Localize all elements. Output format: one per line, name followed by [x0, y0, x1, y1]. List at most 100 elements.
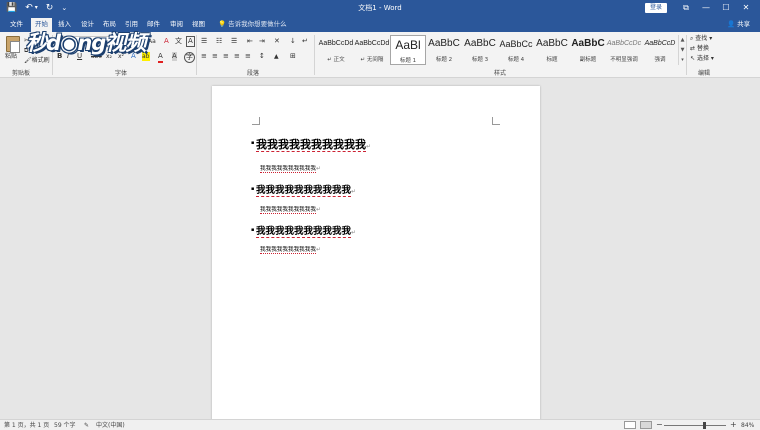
body-text: 我我我我我我我我我我 — [260, 166, 316, 173]
ribbon-display-icon[interactable]: ⧉ — [676, 1, 696, 15]
style-heading-2[interactable]: AaBbC 标题 2 — [426, 35, 462, 65]
style-title[interactable]: AaBbC 标题 — [534, 35, 570, 65]
paragraph-shading-icon[interactable]: ▲ — [274, 52, 279, 61]
style-name: 标题 4 — [507, 57, 525, 63]
group-label-editing: 编辑 — [698, 70, 711, 77]
style-sample: AaBbC — [571, 38, 605, 49]
style-sample: AaBbC — [428, 38, 460, 49]
word-count[interactable]: 59 个字 — [54, 421, 76, 430]
justify-icon[interactable]: ≡ — [234, 52, 240, 61]
multilevel-list-icon[interactable]: ☰ — [231, 37, 237, 46]
style-sample: AaBbCcDd — [354, 40, 390, 47]
tab-review[interactable]: 审阅 — [166, 18, 187, 32]
paragraph-mark: ↵ — [315, 165, 321, 172]
find-button[interactable]: ⌕ 查找 ▾ — [690, 34, 712, 43]
style-name: 副标题 — [579, 57, 597, 63]
replace-button[interactable]: ⇄ 替换 — [690, 44, 709, 53]
group-label-paragraph: 段落 — [247, 70, 260, 77]
document-page[interactable]: 我我我我我我我我我我↵ 我我我我我我我我我我↵ 我我我我我我我我我我↵ 我我我我… — [212, 86, 540, 426]
paragraph-mark: ↵ — [315, 246, 321, 253]
styles-gallery-scroll[interactable]: ▲ ▼ ▾ — [678, 35, 686, 65]
paragraph-mark: ↵ — [351, 229, 357, 236]
print-layout-button[interactable] — [640, 421, 652, 429]
find-label: 查找 — [695, 35, 708, 42]
style-name: 不明显强调 — [610, 57, 638, 63]
body-text: 我我我我我我我我我我 — [260, 247, 316, 254]
style-name: ↵ 正文 — [327, 57, 345, 63]
title-bar: 💾 ↶ ▾ ↻ ⌄ 文档1 - Word 登录 ⧉ — ☐ ✕ — [0, 0, 760, 16]
zoom-out-button[interactable]: − — [656, 420, 663, 429]
paste-button-label[interactable]: 粘贴 — [5, 52, 17, 61]
tab-file[interactable]: 文件 — [6, 18, 27, 32]
distribute-icon[interactable]: ≡ — [245, 52, 251, 61]
style-name: 标题 1 — [399, 58, 417, 64]
center-icon[interactable]: ≡ — [212, 52, 218, 61]
heading-text: 我我我我我我我我我我 — [256, 138, 366, 152]
zoom-level[interactable]: 84% — [741, 421, 754, 430]
tab-view[interactable]: 视图 — [188, 18, 209, 32]
style-heading-4[interactable]: AaBbCc 标题 4 — [498, 35, 534, 65]
heading-text: 我我我我我我我我我我 — [256, 226, 352, 238]
align-left-icon[interactable]: ≡ — [201, 52, 207, 61]
login-button[interactable]: 登录 — [645, 3, 667, 13]
character-border-icon[interactable]: A — [186, 36, 195, 47]
bullets-icon[interactable]: ☰ — [201, 37, 207, 46]
style-sample: AaBbCcDc — [606, 40, 642, 47]
style-heading-3[interactable]: AaBbC 标题 3 — [462, 35, 498, 65]
maximize-button[interactable]: ☐ — [716, 1, 736, 15]
replace-icon: ⇄ — [690, 45, 696, 52]
group-label-clipboard: 剪贴板 — [12, 70, 31, 77]
style-name: ↵ 无间隔 — [360, 57, 384, 63]
body-paragraph[interactable]: 我我我我我我我我我我↵ — [260, 205, 321, 214]
zoom-slider-thumb[interactable] — [703, 422, 706, 429]
person-icon: 👤 — [727, 20, 736, 28]
body-text: 我我我我我我我我我我 — [260, 207, 316, 214]
group-separator — [314, 35, 315, 75]
tell-me-search[interactable]: 💡 告诉我你想要做什么 — [218, 18, 287, 31]
heading-2-paragraph[interactable]: 我我我我我我我我我我↵ — [251, 182, 356, 197]
group-separator — [686, 35, 687, 75]
borders-icon[interactable]: ⊞ — [290, 52, 296, 61]
increase-indent-icon[interactable]: ⇥ — [259, 37, 265, 46]
crop-mark — [492, 117, 500, 125]
styles-gallery: AaBbCcDd ↵ 正文 AaBbCcDd ↵ 无间隔 AaBl 标题 1 A… — [318, 35, 680, 65]
sort-icon[interactable]: ↓ — [290, 37, 296, 46]
brush-icon: 🖌 — [24, 57, 32, 64]
close-button[interactable]: ✕ — [736, 1, 756, 15]
numbering-icon[interactable]: ☷ — [216, 37, 222, 46]
decrease-indent-icon[interactable]: ⇤ — [247, 37, 253, 46]
select-button[interactable]: ↖ 选择 ▾ — [690, 54, 714, 63]
language-indicator[interactable]: 中文(中国) — [96, 421, 125, 430]
phonetic-guide-icon[interactable]: 文 — [175, 37, 182, 46]
body-paragraph[interactable]: 我我我我我我我我我我↵ — [260, 164, 321, 173]
tell-me-text: 告诉我你想要做什么 — [228, 20, 287, 28]
zoom-in-button[interactable]: + — [730, 420, 737, 429]
style-normal[interactable]: AaBbCcDd ↵ 正文 — [318, 35, 354, 65]
lightbulb-icon: 💡 — [218, 20, 227, 28]
enclose-characters-icon[interactable]: 字 — [184, 52, 195, 63]
share-button[interactable]: 👤 共享 — [727, 18, 750, 31]
line-spacing-icon[interactable]: ↕ — [259, 52, 265, 61]
page-count[interactable]: 第 1 页，共 1 页 — [4, 421, 49, 430]
zoom-slider-track[interactable] — [664, 425, 726, 426]
style-sample: AaBl — [395, 38, 421, 52]
style-subtitle[interactable]: AaBbC 副标题 — [570, 35, 606, 65]
body-paragraph[interactable]: 我我我我我我我我我我↵ — [260, 245, 321, 254]
show-marks-icon[interactable]: ↵ — [302, 37, 308, 46]
character-shading-icon[interactable]: A — [172, 52, 177, 61]
heading-3-paragraph[interactable]: 我我我我我我我我我我↵ — [251, 223, 357, 238]
style-heading-1[interactable]: AaBl 标题 1 — [390, 35, 426, 65]
chinese-layout-icon[interactable]: ✕ — [274, 37, 280, 46]
paragraph-mark: ↵ — [366, 143, 372, 150]
heading-1-paragraph[interactable]: 我我我我我我我我我我↵ — [251, 136, 372, 152]
read-mode-button[interactable] — [624, 421, 636, 429]
style-no-spacing[interactable]: AaBbCcDd ↵ 无间隔 — [354, 35, 390, 65]
style-name: 标题 3 — [471, 57, 489, 63]
minimize-button[interactable]: — — [696, 1, 716, 15]
style-subtle-emphasis[interactable]: AaBbCcDc 不明显强调 — [606, 35, 642, 65]
paste-icon[interactable] — [6, 36, 20, 53]
align-right-icon[interactable]: ≡ — [223, 52, 229, 61]
style-name: 强调 — [654, 57, 666, 63]
proofing-icon[interactable]: ✎ — [84, 421, 89, 430]
style-emphasis[interactable]: AaBbCcD 强调 — [642, 35, 678, 65]
